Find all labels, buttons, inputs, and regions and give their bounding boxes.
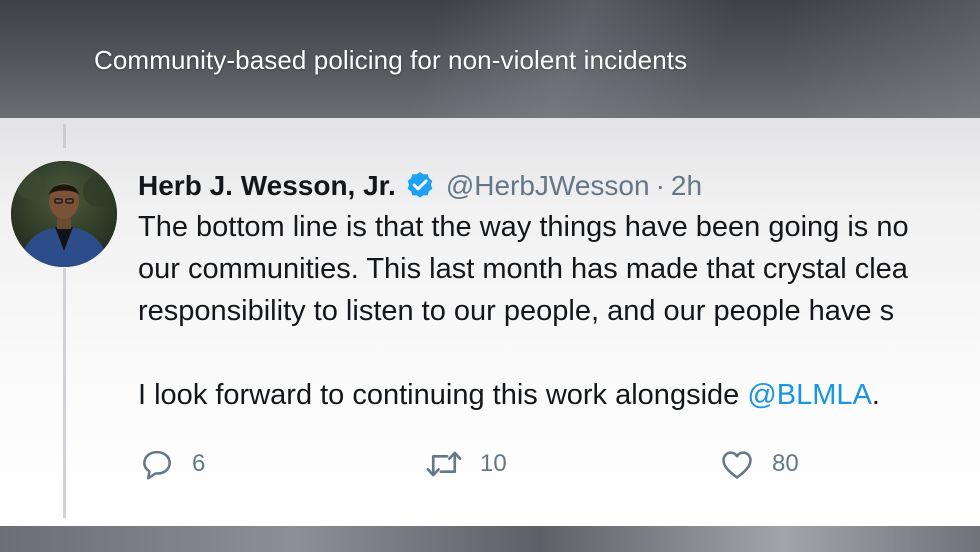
thread-line	[63, 124, 66, 148]
banner-background-shape	[780, 0, 980, 118]
thread-line	[63, 268, 66, 518]
author-name[interactable]: Herb J. Wesson, Jr.	[138, 170, 396, 202]
like-button[interactable]: 80	[718, 445, 799, 483]
mention-link[interactable]: @BLMLA	[747, 379, 872, 411]
tweet-card[interactable]: Herb J. Wesson, Jr. @HerbJWesson · 2h Th…	[0, 118, 980, 526]
retweet-icon	[424, 445, 464, 483]
retweet-button[interactable]: 10	[424, 445, 507, 483]
background-strip	[0, 526, 980, 552]
tweet-body: Herb J. Wesson, Jr. @HerbJWesson · 2h Th…	[138, 166, 980, 416]
reply-count: 6	[192, 450, 206, 477]
tweet-actions: 6 10 80	[138, 445, 898, 485]
author-handle[interactable]: @HerbJWesson	[446, 170, 650, 202]
reply-icon	[138, 445, 176, 483]
avatar-image	[11, 161, 117, 267]
news-banner: Community-based policing for non-violent…	[0, 0, 980, 118]
tweet-text-line: responsibility to listen to our people, …	[138, 295, 895, 327]
avatar[interactable]	[11, 161, 117, 267]
verified-badge-icon	[404, 170, 436, 202]
banner-caption: Community-based policing for non-violent…	[94, 45, 688, 75]
tweet-text-line-closing: I look forward to continuing this work a…	[138, 374, 980, 416]
retweet-count: 10	[480, 450, 507, 477]
tweet-header: Herb J. Wesson, Jr. @HerbJWesson · 2h	[138, 166, 980, 206]
tweet-timestamp[interactable]: 2h	[671, 170, 702, 202]
heart-icon	[718, 445, 756, 483]
like-count: 80	[772, 450, 799, 477]
closing-text: I look forward to continuing this work a…	[138, 379, 748, 411]
reply-button[interactable]: 6	[138, 445, 205, 483]
tweet-text-line: The bottom line is that the way things h…	[138, 211, 909, 243]
tweet-text-line: our communities. This last month has mad…	[138, 253, 908, 285]
header-separator: ·	[655, 170, 665, 201]
closing-punctuation: .	[871, 379, 880, 411]
